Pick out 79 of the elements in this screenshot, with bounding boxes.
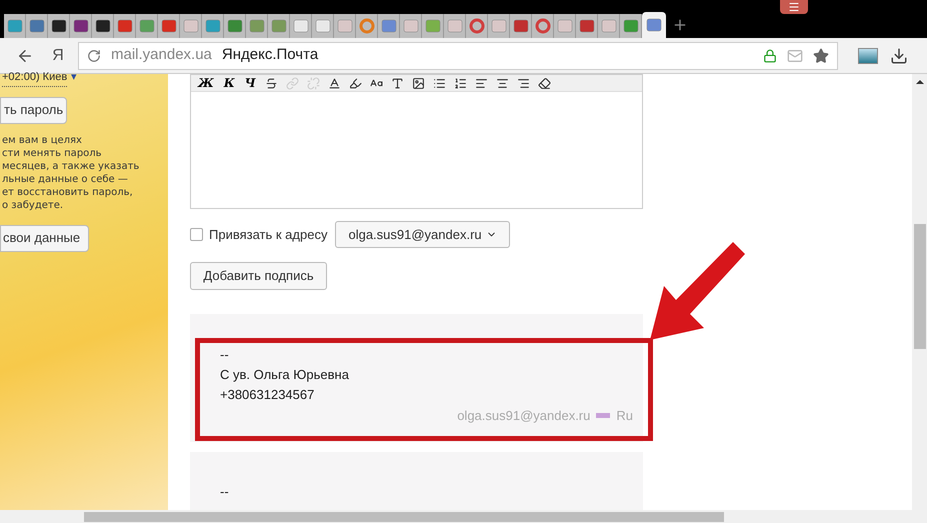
signature-card[interactable]: --	[190, 452, 643, 510]
format-button[interactable]: К	[222, 76, 236, 90]
format-button[interactable]: Ч	[244, 76, 257, 90]
favicon-icon	[336, 18, 352, 34]
text-color-icon[interactable]	[328, 76, 341, 90]
image-icon[interactable]	[412, 76, 425, 90]
favicon-icon	[646, 17, 662, 33]
mail-icon[interactable]	[787, 48, 803, 64]
flag-icon	[596, 413, 610, 418]
address-dropdown[interactable]: olga.sus91@yandex.ru	[335, 221, 510, 248]
profile-data-button[interactable]: свои данные	[0, 224, 89, 252]
favicon-icon	[534, 18, 550, 34]
star-icon[interactable]	[813, 48, 829, 64]
add-signature-button[interactable]: Добавить подпись	[190, 262, 327, 290]
favicon-icon	[292, 18, 308, 34]
download-icon[interactable]	[890, 46, 908, 64]
bind-checkbox[interactable]	[190, 228, 203, 242]
browser-tab[interactable]	[70, 14, 92, 38]
favicon-icon	[204, 18, 220, 34]
favicon-icon	[578, 18, 594, 34]
yandex-button[interactable]: Я	[48, 44, 68, 68]
favicon-icon	[402, 18, 418, 34]
align-right-icon[interactable]	[516, 76, 530, 90]
new-tab-icon[interactable]	[672, 17, 688, 33]
font-icon[interactable]	[390, 76, 404, 90]
favicon-icon	[490, 18, 506, 34]
eraser-icon[interactable]	[538, 76, 551, 90]
signature-line: --	[220, 482, 230, 501]
favicon-icon	[380, 18, 396, 34]
align-center-icon[interactable]	[496, 76, 509, 90]
signature-line: +380631234567	[220, 386, 316, 404]
vertical-scrollbar[interactable]	[912, 74, 927, 510]
numbered-list-icon[interactable]	[454, 76, 467, 90]
favicon-icon	[6, 18, 22, 34]
highlighter-icon[interactable]	[348, 76, 362, 90]
favicon-icon	[94, 18, 110, 34]
signature-line: С ув. Ольга Юрьевна	[220, 366, 350, 384]
format-button[interactable]: Ж	[197, 76, 215, 90]
address-field[interactable]: mail.yandex.ua Яндекс.Почта	[78, 42, 838, 70]
picture-icon[interactable]	[858, 48, 878, 64]
favicon-icon	[314, 18, 330, 34]
favicon-icon	[600, 18, 616, 34]
browser-tab[interactable]	[92, 14, 114, 38]
favicon-icon	[28, 18, 44, 34]
menu-button[interactable]	[780, 0, 808, 14]
favicon-icon	[138, 18, 154, 34]
favicon-icon	[160, 18, 176, 34]
align-left-icon[interactable]	[474, 76, 488, 90]
signature-line: --	[220, 346, 230, 364]
timezone-caret[interactable]: ▾	[71, 69, 78, 86]
strikethrough-icon[interactable]	[264, 76, 278, 90]
reload-icon[interactable]	[87, 48, 101, 62]
favicon-icon	[50, 18, 66, 34]
timezone-link[interactable]: +02:00) Киев	[2, 69, 68, 86]
lock-icon	[763, 48, 777, 62]
bind-label: Привязать к адресу	[209, 226, 328, 244]
favicon-icon	[270, 18, 286, 34]
favicon-icon	[248, 18, 264, 34]
favicon-icon	[72, 18, 88, 34]
favicon-icon	[446, 18, 462, 34]
favicon-icon	[358, 18, 374, 34]
menu-icon	[788, 1, 800, 13]
change-password-button[interactable]: ть пароль	[0, 96, 67, 124]
favicon-icon	[424, 18, 440, 34]
language-label: Ru	[616, 407, 633, 426]
favicon-icon	[468, 18, 484, 34]
scroll-up-icon[interactable]	[916, 80, 924, 84]
signature-email: olga.sus91@yandex.ru	[457, 407, 590, 426]
bullet-list-icon[interactable]	[432, 76, 446, 90]
url-text: mail.yandex.ua	[111, 45, 212, 66]
browser-tab[interactable]	[48, 14, 70, 38]
favicon-icon	[226, 18, 242, 34]
favicon-icon	[512, 18, 528, 34]
favicon-icon	[556, 18, 572, 34]
security-hint-text: ем вам в целях сти менять пароль месяцев, а также указать льные данные о себе — ет восстановить пароль, о забудете.	[1, 134, 140, 212]
favicon-icon	[622, 18, 638, 34]
favicon-icon	[182, 18, 198, 34]
favicon-icon	[116, 18, 132, 34]
page-title: Яндекс.Почта	[222, 45, 318, 66]
